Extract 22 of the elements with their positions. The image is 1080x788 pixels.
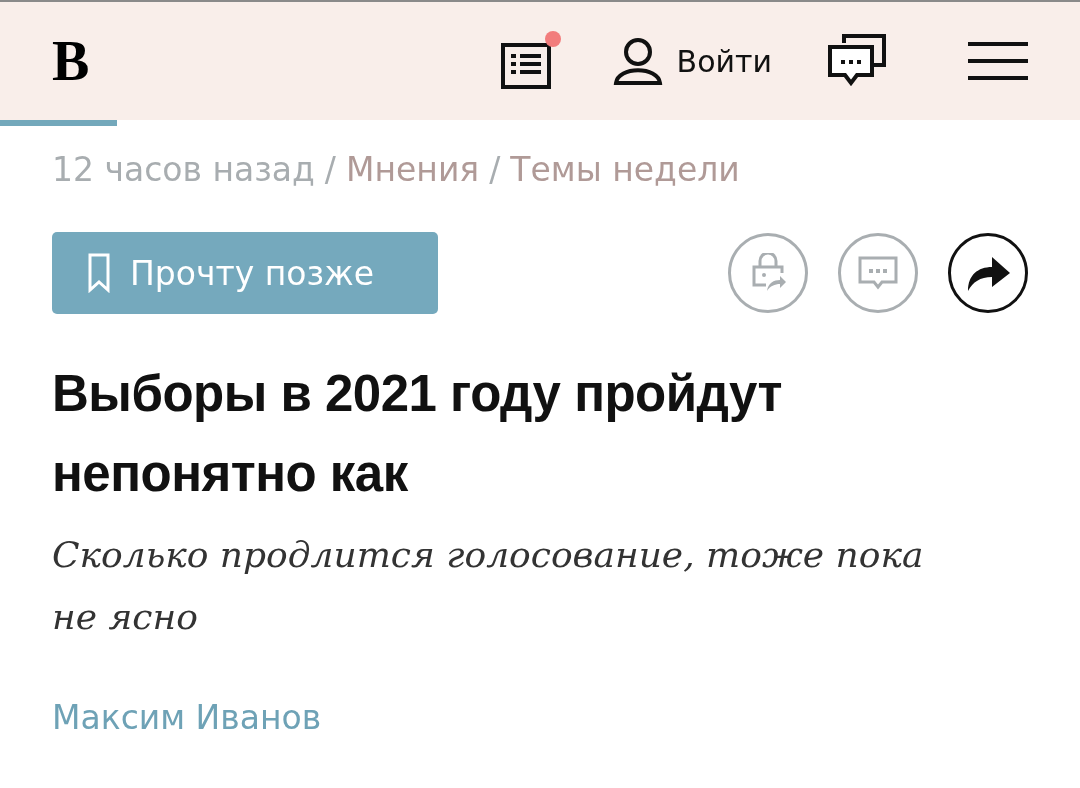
lock-share-icon bbox=[750, 253, 786, 293]
article-headline: Выборы в 2021 году пройдут непонятно как bbox=[52, 364, 784, 504]
user-icon bbox=[612, 36, 663, 86]
chat-icon bbox=[828, 33, 886, 89]
author-link[interactable]: Максим Иванов bbox=[52, 698, 322, 737]
login-button[interactable]: Войти bbox=[612, 36, 772, 86]
share-icon bbox=[966, 255, 1010, 291]
read-later-button[interactable]: Прочту позже bbox=[52, 232, 438, 314]
list-icon bbox=[500, 41, 551, 91]
comments-button[interactable] bbox=[828, 33, 886, 89]
site-logo[interactable]: B bbox=[52, 33, 90, 89]
menu-button[interactable] bbox=[968, 42, 1028, 80]
breadcrumb-separator: / bbox=[324, 149, 336, 189]
news-feed-button[interactable] bbox=[500, 31, 561, 91]
publish-time: 12 часов назад bbox=[52, 149, 315, 189]
chat-icon bbox=[858, 256, 898, 290]
article-subtitle: Сколько продлится голосование, тоже пока не ясно bbox=[52, 533, 925, 639]
menu-icon bbox=[968, 42, 1028, 80]
breadcrumb-link[interactable]: Мнения bbox=[346, 149, 480, 189]
breadcrumb-separator: / bbox=[489, 149, 501, 189]
breadcrumb-link[interactable]: Темы недели bbox=[510, 149, 740, 189]
bookmark-icon bbox=[88, 253, 110, 293]
